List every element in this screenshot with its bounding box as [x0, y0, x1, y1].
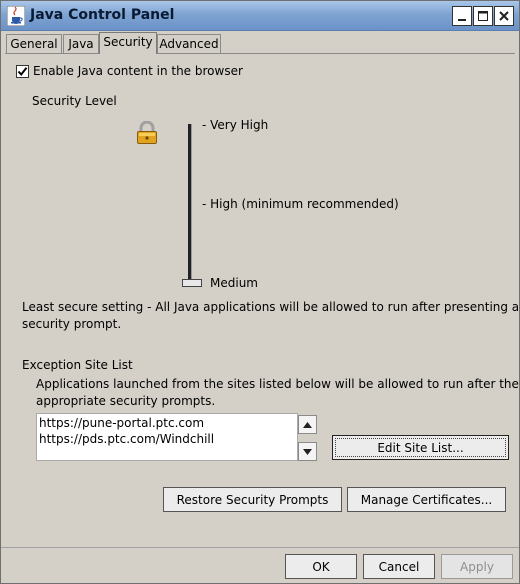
restore-security-prompts-button[interactable]: Restore Security Prompts — [163, 487, 342, 512]
manage-certificates-button[interactable]: Manage Certificates... — [347, 487, 506, 512]
tab-security[interactable]: Security — [99, 32, 157, 54]
exception-site-list-heading: Exception Site List — [22, 358, 133, 372]
list-item[interactable]: https://pune-portal.ptc.com — [39, 416, 204, 430]
list-item[interactable]: https://pds.ptc.com/Windchill — [39, 432, 214, 446]
minimize-button[interactable] — [452, 6, 472, 26]
java-cup-icon — [6, 5, 26, 27]
close-button[interactable] — [494, 6, 514, 26]
tab-general[interactable]: General — [6, 34, 62, 54]
security-panel: Enable Java content in the browser Secur… — [1, 54, 519, 544]
minimize-icon — [458, 19, 466, 21]
level-medium-label: Medium — [210, 276, 258, 290]
cancel-button[interactable]: Cancel — [363, 554, 435, 579]
exception-site-listbox[interactable]: https://pune-portal.ptc.com https://pds.… — [36, 413, 298, 461]
footer-divider — [1, 547, 519, 548]
tab-java[interactable]: Java — [63, 34, 99, 54]
enable-java-checkbox[interactable] — [16, 65, 29, 78]
apply-button[interactable]: Apply — [441, 554, 513, 579]
security-description-line1: Least secure setting - All Java applicat… — [22, 300, 520, 314]
exception-info-line2: appropriate security prompts. — [36, 394, 216, 408]
arrow-up-icon — [303, 421, 312, 428]
window-title: Java Control Panel — [30, 7, 175, 23]
tab-advanced[interactable]: Advanced — [157, 34, 221, 54]
ok-button[interactable]: OK — [285, 554, 357, 579]
security-level-slider-track[interactable] — [188, 124, 192, 287]
security-description-line2: security prompt. — [22, 317, 122, 331]
level-very-high-label: - Very High — [202, 118, 269, 132]
level-high-label: - High (minimum recommended) — [202, 197, 399, 211]
title-bar[interactable]: Java Control Panel — [1, 1, 519, 31]
enable-java-label: Enable Java content in the browser — [33, 64, 243, 78]
maximize-icon — [478, 11, 488, 21]
exception-info-line1: Applications launched from the sites lis… — [36, 377, 519, 391]
maximize-button[interactable] — [473, 6, 493, 26]
security-level-heading: Security Level — [32, 94, 117, 108]
close-icon — [499, 11, 509, 21]
checkmark-icon — [17, 67, 28, 77]
security-level-slider-thumb[interactable] — [182, 279, 202, 287]
scroll-down-button[interactable] — [298, 442, 317, 461]
edit-site-list-button[interactable]: Edit Site List... — [332, 435, 509, 460]
java-control-panel-window: Java Control Panel General Java Security… — [0, 0, 520, 584]
arrow-down-icon — [303, 448, 312, 455]
scroll-up-button[interactable] — [298, 415, 317, 434]
padlock-icon — [136, 120, 158, 148]
